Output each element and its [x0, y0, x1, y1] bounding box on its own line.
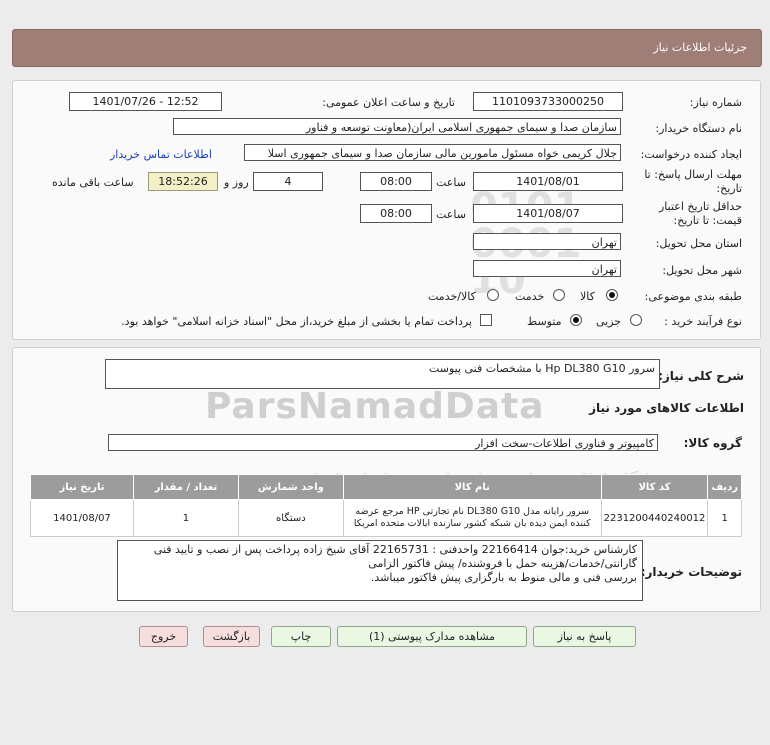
- cell-unit: دستگاه: [237, 499, 344, 537]
- goods-group-label: گروه کالا:: [683, 436, 742, 450]
- back-button[interactable]: بازگشت: [203, 626, 260, 647]
- city-field: تهران: [473, 260, 621, 277]
- buyer-org-label: نام دستگاه خریدار:: [655, 122, 742, 135]
- announce-label: تاریخ و ساعت اعلان عمومی:: [322, 96, 455, 109]
- col-code: کد کالا: [600, 474, 709, 500]
- city-label: شهر محل تحویل:: [662, 264, 742, 277]
- need-number-field: 1101093733000250: [473, 92, 623, 111]
- col-qty: تعداد / مقدار: [132, 474, 239, 500]
- validity-label: حداقل تاریخ اعتبار قیمت: تا تاریخ:: [658, 200, 742, 227]
- validity-time-label: ساعت: [436, 208, 466, 221]
- deadline-label: مهلت ارسال پاسخ: تا تاریخ:: [644, 168, 742, 195]
- description-label: شرح کلی نیاز:: [658, 369, 744, 383]
- col-name: نام کالا: [342, 474, 602, 500]
- table-row: 1 2231200440240012 سرور رایانه مدل DL380…: [30, 499, 742, 537]
- validity-time-field: 08:00: [360, 204, 432, 223]
- buyer-notes-label: توضیحات خریدار:: [640, 565, 742, 579]
- cell-code: 2231200440240012: [600, 499, 709, 537]
- category-radio-goods-service[interactable]: [487, 289, 499, 301]
- col-date: تاریخ نیاز: [30, 474, 134, 500]
- category-label: طبقه بندی موضوعی:: [644, 290, 742, 303]
- need-number-label: شماره نیاز:: [689, 96, 742, 109]
- process-option-medium: متوسط: [527, 315, 562, 328]
- col-unit: واحد شمارش: [237, 474, 344, 500]
- cell-qty: 1: [132, 499, 239, 537]
- view-attachments-button[interactable]: مشاهده مدارک پیوستی (1): [337, 626, 527, 647]
- deadline-time-field: 08:00: [360, 172, 432, 191]
- description-text: سرور Hp DL380 G10 با مشخصات فنی پیوست: [428, 362, 655, 375]
- creator-field: جلال کریمی خواه مسئول مامورین مالی سازما…: [244, 144, 621, 161]
- validity-date-field: 1401/08/07: [473, 204, 623, 223]
- remaining-time-field: 18:52:26: [148, 172, 218, 191]
- process-option-minor: جزیی: [596, 315, 622, 328]
- category-radio-service[interactable]: [553, 289, 565, 301]
- payment-note: پرداخت تمام یا بخشی از مبلغ خرید،از محل …: [121, 315, 472, 328]
- province-label: استان محل تحویل:: [655, 237, 742, 250]
- col-row: ردیف: [707, 474, 742, 500]
- deadline-date-field: 1401/08/01: [473, 172, 623, 191]
- process-label: نوع فرآیند خرید :: [664, 315, 742, 328]
- cell-date: 1401/08/07: [30, 499, 134, 537]
- page-header: جزئیات اطلاعات نیاز: [12, 29, 762, 67]
- category-option-goods: کالا: [580, 290, 595, 303]
- remaining-label: ساعت باقی مانده: [52, 176, 134, 189]
- category-radio-goods[interactable]: [606, 289, 618, 301]
- print-button[interactable]: چاپ: [271, 626, 331, 647]
- category-option-goods-service: کالا/خدمت: [428, 290, 476, 303]
- buyer-notes-line-3: بررسی فنی و مالی منوط به بارگزاری پیش فا…: [370, 571, 637, 584]
- table-header-row: ردیف کد کالا نام کالا واحد شمارش تعداد /…: [30, 474, 742, 500]
- days-label: روز و: [224, 176, 249, 189]
- cell-name: سرور رایانه مدل DL380 G10 نام تجارتی HP …: [342, 499, 602, 537]
- creator-label: ایجاد کننده درخواست:: [640, 148, 742, 161]
- buyer-org-field: سازمان صدا و سیمای جمهوری اسلامی ایران(م…: [173, 118, 621, 135]
- buyer-notes-line-1: کارشناس خرید:جوان 22166414 واحدفنی : 221…: [153, 543, 637, 556]
- cell-row: 1: [707, 499, 742, 537]
- contact-info-link[interactable]: اطلاعات تماس خریدار: [110, 148, 212, 161]
- description-field: سرور Hp DL380 G10 با مشخصات فنی پیوست: [105, 359, 660, 389]
- process-radio-medium[interactable]: [570, 314, 582, 326]
- goods-section-title: اطلاعات کالاهای مورد نیاز: [589, 401, 744, 415]
- announce-field: 1401/07/26 - 12:52: [69, 92, 222, 111]
- goods-group-field: کامپیوتر و فناوری اطلاعات-سخت افزار: [108, 434, 658, 451]
- province-field: تهران: [473, 233, 621, 250]
- buyer-notes-line-2: گارانتی/خدمات/هزینه حمل با فروشنده/ پیش …: [368, 557, 637, 570]
- page-title: جزئیات اطلاعات نیاز: [653, 41, 747, 54]
- deadline-time-label: ساعت: [436, 176, 466, 189]
- days-field: 4: [253, 172, 323, 191]
- reply-button[interactable]: پاسخ به نیاز: [533, 626, 636, 647]
- category-option-service: خدمت: [515, 290, 545, 303]
- process-radio-minor[interactable]: [630, 314, 642, 326]
- goods-table: ردیف کد کالا نام کالا واحد شمارش تعداد /…: [30, 474, 742, 537]
- watermark-brand: ParsNamadData: [205, 386, 545, 427]
- exit-button[interactable]: خروج: [139, 626, 188, 647]
- buyer-notes-box: کارشناس خرید:جوان 22166414 واحدفنی : 221…: [117, 540, 643, 601]
- treasury-payment-checkbox[interactable]: [480, 314, 492, 326]
